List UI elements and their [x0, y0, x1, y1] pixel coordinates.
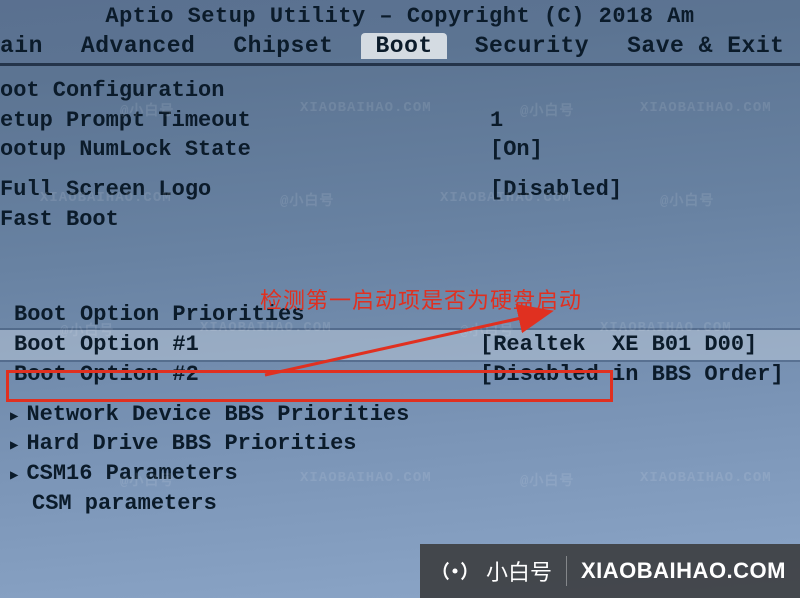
brand-name: 小白号: [486, 555, 552, 587]
brand-logo-icon: [438, 554, 472, 588]
label-full-screen-logo: Full Screen Logo: [0, 175, 490, 205]
tab-security[interactable]: Security: [465, 33, 599, 59]
section-boot-configuration: oot Configuration: [0, 76, 800, 106]
tab-advanced[interactable]: Advanced: [71, 33, 205, 59]
row-boot-option-1[interactable]: Boot Option #1 [Realtek XE B01 D00]: [0, 330, 800, 360]
label-network-bbs: Network Device BBS Priorities: [26, 400, 516, 430]
row-full-screen-logo[interactable]: Full Screen Logo [Disabled]: [0, 175, 800, 205]
tab-save-exit[interactable]: Save & Exit: [617, 33, 794, 59]
row-boot-option-2[interactable]: Boot Option #2 [Disabled in BBS Order]: [0, 360, 800, 390]
row-bootup-numlock-state[interactable]: ootup NumLock State [On]: [0, 135, 800, 165]
tab-boot[interactable]: Boot: [361, 33, 446, 59]
label-boot-option-2: Boot Option #2: [0, 360, 480, 390]
section-boot-option-priorities: Boot Option Priorities: [0, 300, 800, 330]
row-hard-drive-bbs-priorities[interactable]: Hard Drive BBS Priorities: [0, 429, 800, 459]
boot-panel: oot Configuration etup Prompt Timeout 1 …: [0, 63, 800, 518]
label-csm16-parameters: CSM16 Parameters: [26, 459, 516, 489]
row-setup-prompt-timeout[interactable]: etup Prompt Timeout 1: [0, 106, 800, 136]
value-bootup-numlock-state: [On]: [490, 135, 543, 165]
value-full-screen-logo: [Disabled]: [490, 175, 622, 205]
label-hard-drive-bbs: Hard Drive BBS Priorities: [26, 429, 516, 459]
menu-tabs: ain Advanced Chipset Boot Security Save …: [0, 31, 800, 63]
row-fast-boot[interactable]: Fast Boot: [0, 205, 800, 235]
brand-divider: [566, 556, 567, 586]
row-csm16-parameters[interactable]: CSM16 Parameters: [0, 459, 800, 489]
bios-screen: Aptio Setup Utility – Copyright (C) 2018…: [0, 0, 800, 598]
tab-chipset[interactable]: Chipset: [223, 33, 343, 59]
brand-badge: 小白号 XIAOBAIHAO.COM: [420, 544, 800, 598]
label-bootup-numlock-state: ootup NumLock State: [0, 135, 490, 165]
value-boot-option-1: [Realtek XE B01 D00]: [480, 330, 757, 360]
brand-domain: XIAOBAIHAO.COM: [581, 558, 786, 584]
value-boot-option-2: [Disabled in BBS Order]: [480, 360, 784, 390]
label-setup-prompt-timeout: etup Prompt Timeout: [0, 106, 490, 136]
tab-main[interactable]: ain: [0, 33, 53, 59]
row-network-bbs-priorities[interactable]: Network Device BBS Priorities: [0, 400, 800, 430]
label-boot-option-1: Boot Option #1: [0, 330, 480, 360]
value-setup-prompt-timeout: 1: [490, 106, 503, 136]
bios-title: Aptio Setup Utility – Copyright (C) 2018…: [0, 0, 800, 31]
label-csm-parameters: CSM parameters: [0, 489, 490, 519]
label-fast-boot: Fast Boot: [0, 205, 490, 235]
row-csm-parameters[interactable]: CSM parameters: [0, 489, 800, 519]
